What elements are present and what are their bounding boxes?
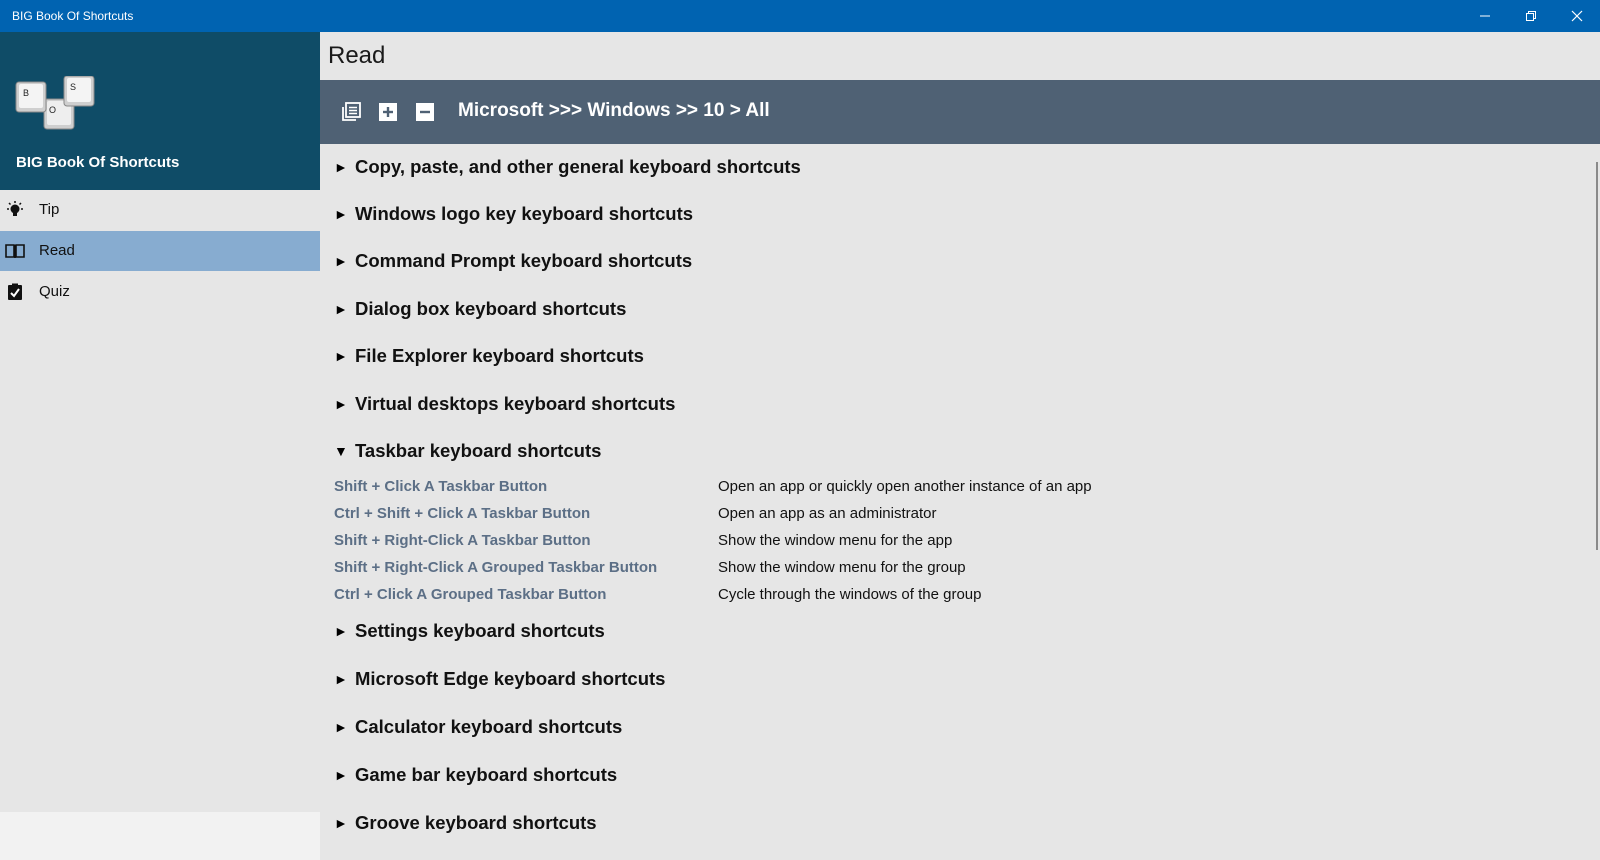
- collapsed-arrow-icon: ►: [334, 253, 348, 269]
- section-settings[interactable]: ► Settings keyboard shortcuts: [334, 616, 605, 646]
- section-calculator[interactable]: ► Calculator keyboard shortcuts: [334, 712, 622, 742]
- nav-item-quiz[interactable]: Quiz: [0, 272, 320, 312]
- section-file-explorer[interactable]: ► File Explorer keyboard shortcuts: [334, 341, 644, 371]
- collapsed-arrow-icon: ►: [334, 348, 348, 364]
- shortcut-description: Open an app as an administrator: [718, 505, 937, 522]
- collapsed-arrow-icon: ►: [334, 815, 348, 831]
- shortcut-keys: Ctrl + Shift + Click A Taskbar Button: [334, 505, 591, 522]
- sidebar-footer: [0, 812, 320, 860]
- shortcut-keys: Shift + Click A Taskbar Button: [334, 478, 548, 495]
- collapsed-arrow-icon: ►: [334, 719, 348, 735]
- sidebar: B O S BIG Book Of Shortcuts Tip Read Qui…: [0, 32, 320, 812]
- logo-key-s: S: [70, 82, 76, 92]
- shortcut-row: Shift + Right-Click A Grouped Taskbar Bu…: [334, 557, 1334, 581]
- shortcut-row: Ctrl + Click A Grouped Taskbar Button Cy…: [334, 584, 1334, 608]
- section-title: Game bar keyboard shortcuts: [355, 764, 618, 785]
- close-icon: [1571, 10, 1583, 22]
- expanded-arrow-icon: ▼: [334, 443, 348, 459]
- section-title: Settings keyboard shortcuts: [355, 620, 605, 641]
- shortcut-description: Show the window menu for the group: [718, 559, 966, 576]
- section-title: Virtual desktops keyboard shortcuts: [355, 393, 676, 414]
- title-bar: BIG Book Of Shortcuts: [0, 0, 1600, 32]
- section-title: Command Prompt keyboard shortcuts: [355, 250, 693, 271]
- main-content: Read Microsoft >>> Windows >> 10 > All ►…: [320, 32, 1600, 860]
- section-title: Windows logo key keyboard shortcuts: [355, 203, 694, 224]
- nav-item-tip[interactable]: Tip: [0, 190, 320, 230]
- shortcut-description: Cycle through the windows of the group: [718, 586, 982, 603]
- section-dialog-box[interactable]: ► Dialog box keyboard shortcuts: [334, 294, 626, 324]
- page-title: Read: [328, 42, 386, 69]
- collapse-icon: [416, 103, 434, 121]
- minimize-icon: [1480, 15, 1490, 17]
- logo-key-b: B: [23, 88, 29, 98]
- collapsed-arrow-icon: ►: [334, 206, 348, 222]
- shortcut-row: Shift + Click A Taskbar Button Open an a…: [334, 476, 1334, 500]
- restore-button[interactable]: [1508, 0, 1554, 32]
- section-title: Copy, paste, and other general keyboard …: [355, 156, 801, 177]
- collapsed-arrow-icon: ►: [334, 159, 348, 175]
- lightbulb-icon: [7, 201, 23, 216]
- shortcut-row: Shift + Right-Click A Taskbar Button Sho…: [334, 530, 1334, 554]
- expand-all-button[interactable]: [377, 101, 399, 123]
- shortcut-keys: Shift + Right-Click A Taskbar Button: [334, 532, 591, 549]
- toolbar: Microsoft >>> Windows >> 10 > All: [320, 80, 1600, 144]
- logo-key-o: O: [49, 105, 56, 115]
- close-button[interactable]: [1554, 0, 1600, 32]
- window-title: BIG Book Of Shortcuts: [12, 9, 134, 23]
- collapsed-arrow-icon: ►: [334, 396, 348, 412]
- section-groove[interactable]: ► Groove keyboard shortcuts: [334, 808, 597, 838]
- section-title: Taskbar keyboard shortcuts: [355, 440, 602, 461]
- collapsed-arrow-icon: ►: [334, 301, 348, 317]
- collapse-all-button[interactable]: [340, 101, 362, 123]
- shortcut-keys: Shift + Right-Click A Grouped Taskbar Bu…: [334, 559, 658, 576]
- collapse-all-icon: [342, 102, 361, 121]
- shortcut-description: Show the window menu for the app: [718, 532, 953, 549]
- section-title: Calculator keyboard shortcuts: [355, 716, 623, 737]
- section-command-prompt[interactable]: ► Command Prompt keyboard shortcuts: [334, 246, 692, 276]
- expand-all-icon: [379, 103, 397, 121]
- collapsed-arrow-icon: ►: [334, 767, 348, 783]
- section-game-bar[interactable]: ► Game bar keyboard shortcuts: [334, 760, 617, 790]
- nav-item-label: Read: [39, 242, 75, 259]
- shortcut-keys: Ctrl + Click A Grouped Taskbar Button: [334, 586, 607, 603]
- book-icon: [5, 244, 25, 258]
- breadcrumb: Microsoft >>> Windows >> 10 > All: [458, 100, 770, 121]
- section-windows-logo-key[interactable]: ► Windows logo key keyboard shortcuts: [334, 199, 693, 229]
- minimize-button[interactable]: [1462, 0, 1508, 32]
- checklist-icon: [8, 283, 22, 300]
- section-title: Groove keyboard shortcuts: [355, 812, 597, 833]
- nav-item-label: Tip: [39, 201, 60, 218]
- section-title: File Explorer keyboard shortcuts: [355, 345, 644, 366]
- collapse-button[interactable]: [414, 101, 436, 123]
- shortcut-row: Ctrl + Shift + Click A Taskbar Button Op…: [334, 503, 1334, 527]
- section-general[interactable]: ► Copy, paste, and other general keyboar…: [334, 152, 801, 182]
- app-logo: B O S: [15, 76, 95, 130]
- brand-header: B O S BIG Book Of Shortcuts: [0, 32, 320, 190]
- section-taskbar[interactable]: ▼ Taskbar keyboard shortcuts: [334, 436, 601, 466]
- restore-icon: [1526, 11, 1536, 21]
- nav-item-read[interactable]: Read: [0, 231, 320, 271]
- collapsed-arrow-icon: ►: [334, 623, 348, 639]
- vertical-scrollbar[interactable]: [1596, 162, 1598, 550]
- brand-title: BIG Book Of Shortcuts: [16, 154, 180, 171]
- section-microsoft-edge[interactable]: ► Microsoft Edge keyboard shortcuts: [334, 664, 665, 694]
- section-title: Dialog box keyboard shortcuts: [355, 298, 627, 319]
- section-title: Microsoft Edge keyboard shortcuts: [355, 668, 666, 689]
- collapsed-arrow-icon: ►: [334, 671, 348, 687]
- shortcut-description: Open an app or quickly open another inst…: [718, 478, 1092, 495]
- nav-item-label: Quiz: [39, 283, 70, 300]
- section-virtual-desktops[interactable]: ► Virtual desktops keyboard shortcuts: [334, 389, 675, 419]
